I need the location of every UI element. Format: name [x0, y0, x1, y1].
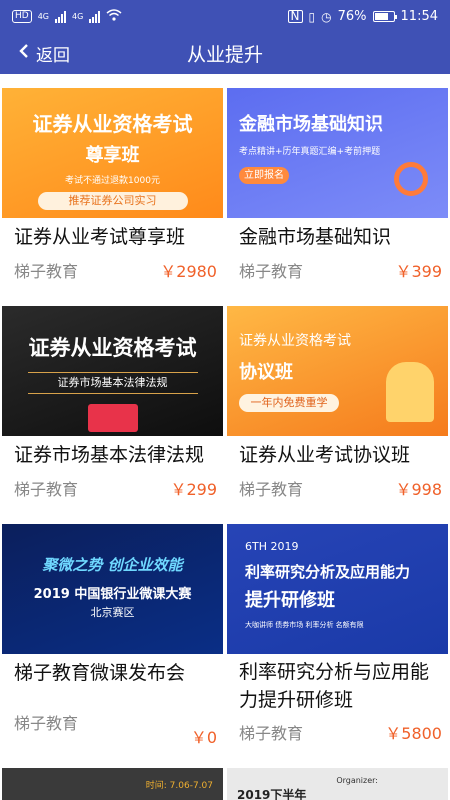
wifi-icon	[106, 8, 122, 25]
person-illustration	[386, 362, 434, 422]
network-label-2: 4G	[72, 12, 84, 21]
course-thumbnail: 证券从业资格考试 尊享班 考试不通过退款1000元 推荐证券公司实习	[2, 88, 223, 218]
course-title: 梯子教育微课发布会	[14, 662, 186, 684]
course-price: ￥399	[395, 262, 442, 281]
course-card[interactable]: 金融市场基础知识 考点精讲+历年真题汇编+考前押题 立即报名 金融市场基础知识 …	[227, 88, 448, 306]
network-label-1: 4G	[37, 12, 49, 21]
battery-icon	[372, 11, 397, 22]
course-thumbnail: 聚微之势 创企业效能 2019 中国银行业微课大赛 北京赛区	[2, 524, 223, 654]
course-org: 梯子教育	[14, 262, 79, 281]
book-icon	[87, 404, 138, 432]
magnifier-icon	[394, 162, 428, 196]
status-bar: HD 4G 4G N ▯ ◷ 76% 11:54	[0, 0, 450, 33]
course-grid: 证券从业资格考试 尊享班 考试不通过退款1000元 推荐证券公司实习 证券从业考…	[0, 74, 450, 800]
alarm-icon: ◷	[321, 9, 332, 24]
course-org: 梯子教育	[239, 724, 304, 743]
course-title: 证券市场基本法律法规	[14, 444, 205, 466]
course-card[interactable]: 证券从业资格考试 尊享班 考试不通过退款1000元 推荐证券公司实习 证券从业考…	[2, 88, 223, 306]
battery-percent: 76%	[337, 9, 367, 24]
course-thumbnail: 6TH 2019 利率研究分析及应用能力 提升研修班 大咖讲师 债券市场 利率分…	[227, 524, 448, 654]
course-card[interactable]: 证券从业资格考试 协议班 一年内免费重学 证券从业考试协议班 梯子教育 ￥998	[227, 306, 448, 524]
course-price: ￥2980	[160, 262, 217, 281]
course-org: 梯子教育	[239, 480, 304, 499]
course-price: ￥299	[170, 480, 217, 499]
course-card[interactable]: 时间: 7.06-7.07	[2, 768, 223, 800]
course-card[interactable]: 2019下半年 Organizer:	[227, 768, 448, 800]
course-title: 金融市场基础知识	[239, 226, 392, 248]
course-card[interactable]: 聚微之势 创企业效能 2019 中国银行业微课大赛 北京赛区 梯子教育微课发布会…	[2, 524, 223, 768]
course-title: 利率研究分析与应用能力提升研修班	[239, 661, 430, 711]
course-org: 梯子教育	[14, 714, 79, 733]
signal-icon	[55, 10, 66, 23]
vibrate-icon: ▯	[308, 9, 316, 24]
clock: 11:54	[400, 9, 438, 24]
nav-bar: 返回 从业提升	[0, 33, 450, 74]
chevron-left-icon	[18, 43, 30, 64]
back-button[interactable]: 返回	[0, 41, 70, 66]
course-price: ￥998	[395, 480, 442, 499]
course-title: 证券从业考试协议班	[239, 444, 411, 466]
course-price: ￥5800	[385, 724, 442, 743]
back-label: 返回	[36, 46, 70, 66]
course-thumbnail: 时间: 7.06-7.07	[2, 768, 223, 800]
signal-icon-2	[89, 10, 101, 23]
hd-badge: HD	[12, 10, 32, 23]
course-title: 证券从业考试尊享班	[14, 226, 186, 248]
nfc-icon: N	[287, 10, 303, 23]
course-thumbnail: 金融市场基础知识 考点精讲+历年真题汇编+考前押题 立即报名	[227, 88, 448, 218]
course-thumbnail: 证券从业资格考试 协议班 一年内免费重学	[227, 306, 448, 436]
course-org: 梯子教育	[239, 262, 304, 281]
course-thumbnail: 2019下半年 Organizer:	[227, 768, 448, 800]
course-org: 梯子教育	[14, 480, 79, 499]
course-thumbnail: 证券从业资格考试 证券市场基本法律法规	[2, 306, 223, 436]
course-price: ￥0	[190, 728, 217, 747]
course-card[interactable]: 6TH 2019 利率研究分析及应用能力 提升研修班 大咖讲师 债券市场 利率分…	[227, 524, 448, 768]
course-card[interactable]: 证券从业资格考试 证券市场基本法律法规 证券市场基本法律法规 梯子教育 ￥299	[2, 306, 223, 524]
